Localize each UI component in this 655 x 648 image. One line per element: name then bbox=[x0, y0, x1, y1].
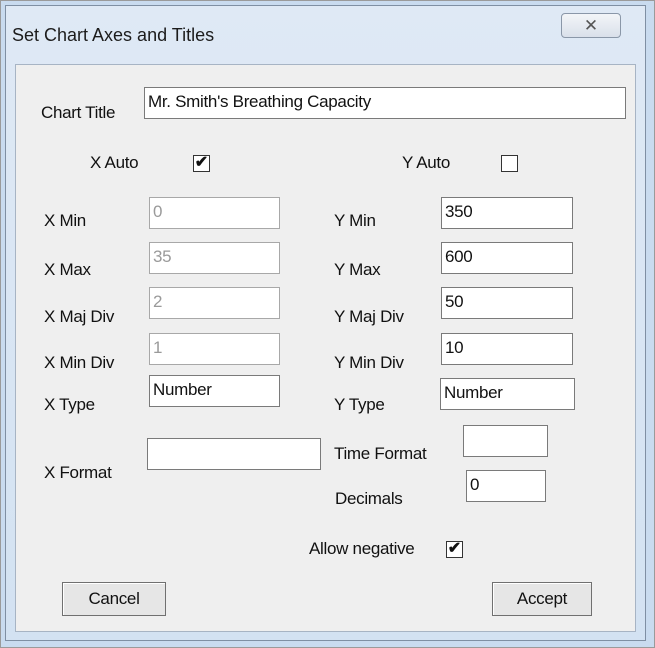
y-type-input[interactable]: Number bbox=[440, 378, 575, 410]
allow-negative-label: Allow negative bbox=[309, 539, 415, 558]
x-auto-checkbox[interactable]: ✔ bbox=[193, 155, 210, 172]
x-type-input[interactable]: Number bbox=[149, 375, 280, 407]
check-icon: ✔ bbox=[194, 154, 209, 171]
x-type-label: X Type bbox=[44, 395, 95, 414]
x-max-input[interactable]: 35 bbox=[149, 242, 280, 274]
x-min-div-label: X Min Div bbox=[44, 353, 115, 372]
accept-button[interactable]: Accept bbox=[492, 582, 592, 616]
decimals-input[interactable]: 0 bbox=[466, 470, 546, 502]
allow-negative-checkbox[interactable]: ✔ bbox=[446, 541, 463, 558]
dialog-body: Chart Title Mr. Smith's Breathing Capaci… bbox=[15, 64, 636, 632]
chart-title-label: Chart Title bbox=[41, 103, 116, 122]
x-max-label: X Max bbox=[44, 260, 91, 279]
x-min-input[interactable]: 0 bbox=[149, 197, 280, 229]
close-icon: ✕ bbox=[583, 15, 599, 35]
x-maj-div-input[interactable]: 2 bbox=[149, 287, 280, 319]
cancel-button[interactable]: Cancel bbox=[62, 582, 166, 616]
x-maj-div-label: X Maj Div bbox=[44, 307, 115, 326]
y-type-label: Y Type bbox=[334, 395, 385, 414]
x-auto-label: X Auto bbox=[90, 153, 139, 172]
y-auto-label: Y Auto bbox=[402, 153, 450, 172]
dialog-title: Set Chart Axes and Titles bbox=[12, 25, 215, 45]
x-min-div-input[interactable]: 1 bbox=[149, 333, 280, 365]
x-format-label: X Format bbox=[44, 463, 112, 482]
y-min-label: Y Min bbox=[334, 211, 376, 230]
y-max-label: Y Max bbox=[334, 260, 381, 279]
y-min-div-label: Y Min Div bbox=[334, 353, 404, 372]
y-min-input[interactable]: 350 bbox=[441, 197, 573, 229]
dialog-window: Set Chart Axes and Titles ✕ Chart Title … bbox=[5, 5, 646, 641]
x-min-label: X Min bbox=[44, 211, 86, 230]
close-button[interactable]: ✕ bbox=[561, 13, 621, 38]
decimals-label: Decimals bbox=[335, 489, 403, 508]
check-icon: ✔ bbox=[447, 540, 462, 557]
time-format-input[interactable] bbox=[463, 425, 548, 457]
y-auto-checkbox[interactable] bbox=[501, 155, 518, 172]
y-maj-div-input[interactable]: 50 bbox=[441, 287, 573, 319]
y-min-div-input[interactable]: 10 bbox=[441, 333, 573, 365]
x-format-input[interactable] bbox=[147, 438, 321, 470]
chart-title-input[interactable]: Mr. Smith's Breathing Capacity bbox=[144, 87, 626, 119]
dialog-frame: Set Chart Axes and Titles ✕ Chart Title … bbox=[0, 0, 655, 648]
y-maj-div-label: Y Maj Div bbox=[334, 307, 404, 326]
y-max-input[interactable]: 600 bbox=[441, 242, 573, 274]
time-format-label: Time Format bbox=[334, 444, 427, 463]
